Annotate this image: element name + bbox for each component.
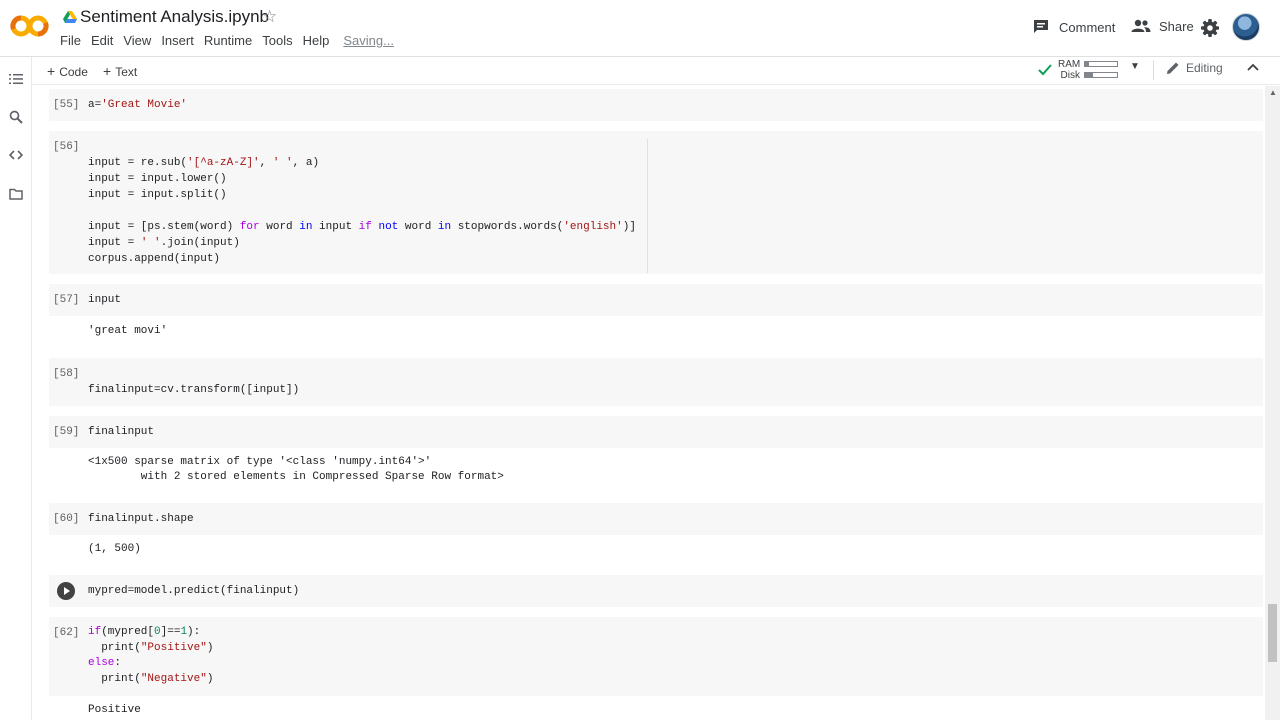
cell-source[interactable]: a='Great Movie' [88, 97, 187, 113]
folder-icon[interactable] [9, 187, 23, 201]
plus-icon: + [103, 63, 112, 79]
editing-label: Editing [1186, 61, 1223, 75]
notebook-title[interactable]: Sentiment Analysis.ipynb [80, 7, 269, 27]
output-text: 'great movi' [88, 325, 168, 337]
cell-source[interactable]: finalinput [88, 424, 154, 440]
resource-labels: RAM Disk [1058, 59, 1080, 81]
save-status[interactable]: Saving... [343, 33, 394, 48]
code-cell[interactable]: [56] input = re.sub('[^a-zA-Z]', ' ', a)… [49, 131, 1263, 274]
cell-source[interactable]: input = re.sub('[^a-zA-Z]', ' ', a) inpu… [88, 155, 636, 267]
code-cell[interactable]: [60] finalinput.shape [49, 503, 1263, 535]
menu-runtime[interactable]: Runtime [204, 33, 252, 48]
code-cell[interactable]: mypred=model.predict(finalinput) [49, 575, 1263, 607]
comment-button[interactable]: Comment [1032, 18, 1115, 36]
execution-count: [55] [53, 99, 80, 111]
colab-logo[interactable] [10, 11, 50, 41]
cell-source[interactable]: finalinput.shape [88, 511, 194, 527]
line-length-ruler [647, 139, 648, 273]
vertical-scrollbar[interactable]: ▲ [1265, 86, 1280, 720]
output-text: (1, 500) [88, 543, 141, 555]
code-cell[interactable]: [57] input [49, 284, 1263, 316]
cell-output: 'great movi' [49, 316, 1263, 356]
menu-view[interactable]: View [123, 33, 151, 48]
ram-label: RAM [1058, 59, 1081, 70]
code-cell[interactable]: [59] finalinput [49, 416, 1263, 448]
output-text: Positive [88, 704, 141, 716]
chevron-down-icon[interactable]: ▼ [1130, 61, 1140, 72]
plus-icon: + [47, 63, 56, 79]
code-cell[interactable]: [58] finalinput=cv.transform([input]) [49, 358, 1263, 406]
cell-source[interactable]: finalinput=cv.transform([input]) [88, 382, 299, 398]
execution-count: [56] [53, 141, 80, 153]
left-rail [0, 57, 32, 720]
cell-source[interactable]: input [88, 292, 121, 308]
scrollbar-thumb[interactable] [1268, 604, 1277, 662]
execution-count: [57] [53, 294, 80, 306]
comment-label: Comment [1059, 19, 1116, 35]
execution-count: [58] [53, 368, 80, 380]
code-cell[interactable]: [55] a='Great Movie' [49, 89, 1263, 121]
add-code-label: Code [59, 65, 88, 79]
notebook-toolbar: + Code + Text RAM Disk [0, 56, 1280, 85]
cell-output: Positive [49, 696, 1263, 720]
disk-bar-fill [1085, 73, 1093, 77]
cell-source[interactable]: mypred=model.predict(finalinput) [88, 583, 299, 599]
cell-output: (1, 500) [49, 535, 1263, 573]
chevron-up-icon[interactable] [1246, 61, 1260, 75]
scroll-up-arrow[interactable]: ▲ [1269, 88, 1277, 97]
menu-bar: File Edit View Insert Runtime Tools Help… [60, 33, 404, 48]
search-icon[interactable] [9, 110, 23, 124]
execution-count: [60] [53, 513, 80, 525]
notebook-body: [55] a='Great Movie' [56] input = re.sub… [33, 86, 1265, 720]
menu-help[interactable]: Help [303, 33, 330, 48]
run-cell-button[interactable] [57, 582, 75, 600]
add-text-button[interactable]: + Text [103, 63, 137, 79]
cell-output: <1x500 sparse matrix of type '<class 'nu… [49, 448, 1263, 500]
menu-insert[interactable]: Insert [161, 33, 194, 48]
add-text-label: Text [115, 65, 138, 79]
disk-label: Disk [1060, 70, 1080, 81]
star-icon[interactable]: ☆ [262, 7, 277, 27]
add-code-button[interactable]: + Code [47, 63, 88, 79]
execution-count: [59] [53, 426, 80, 438]
toolbar-divider [1153, 60, 1154, 80]
cell-source[interactable]: if(mypred[0]==1): print("Positive") else… [88, 625, 213, 687]
share-label: Share [1159, 18, 1194, 34]
check-icon [1038, 64, 1052, 76]
editing-mode-button[interactable]: Editing [1166, 61, 1223, 75]
code-snippets-icon[interactable] [9, 148, 23, 162]
comment-icon [1034, 20, 1048, 33]
pencil-icon [1167, 62, 1179, 74]
drive-icon[interactable] [63, 11, 77, 23]
disk-bar [1084, 72, 1118, 78]
output-text: <1x500 sparse matrix of type '<class 'nu… [88, 456, 504, 483]
menu-tools[interactable]: Tools [262, 33, 292, 48]
people-icon [1131, 19, 1151, 32]
share-button[interactable]: Share [1131, 18, 1194, 34]
ram-bar [1084, 61, 1118, 67]
menu-edit[interactable]: Edit [91, 33, 113, 48]
menu-file[interactable]: File [60, 33, 81, 48]
table-of-contents-icon[interactable] [9, 72, 23, 86]
code-cell[interactable]: [62] if(mypred[0]==1): print("Positive")… [49, 617, 1263, 696]
execution-count: [62] [53, 627, 80, 639]
avatar[interactable] [1232, 13, 1260, 41]
gear-icon[interactable] [1200, 18, 1220, 38]
app-header: Sentiment Analysis.ipynb ☆ File Edit Vie… [0, 0, 1280, 56]
ram-bar-fill [1085, 62, 1089, 66]
